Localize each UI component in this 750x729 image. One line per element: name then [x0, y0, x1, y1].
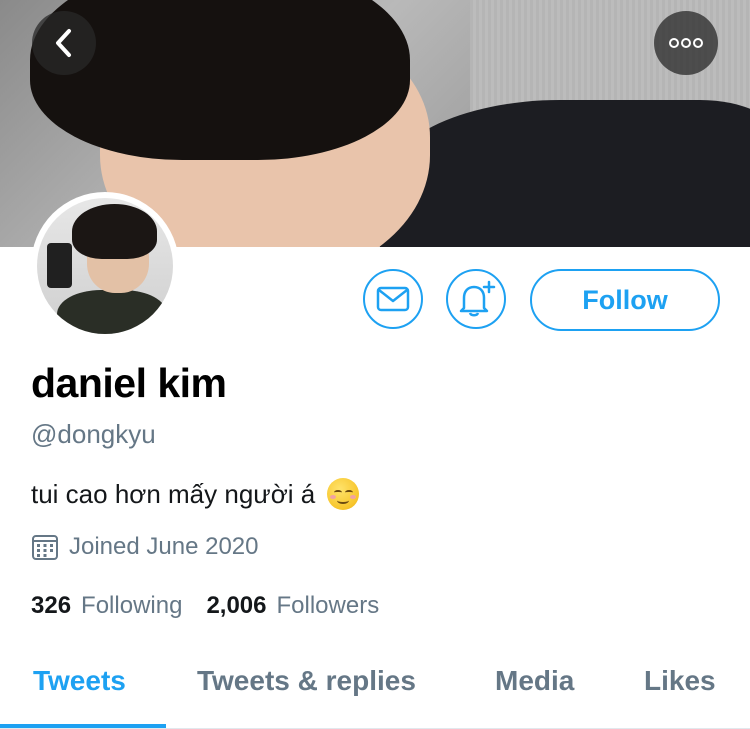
back-button[interactable]: [32, 11, 96, 75]
notifications-button[interactable]: [446, 269, 506, 329]
profile-stats: 326 Following 2,006 Followers: [31, 592, 403, 620]
profile-bio: tui cao hơn mấy người á: [31, 478, 360, 510]
chevron-left-icon: [56, 29, 71, 57]
following-count[interactable]: 326: [31, 592, 71, 620]
profile-avatar[interactable]: [31, 192, 179, 340]
bell-plus-icon: [459, 280, 496, 317]
tab-likes[interactable]: Likes: [644, 665, 716, 697]
followers-label[interactable]: Followers: [277, 592, 380, 620]
tab-tweets-replies[interactable]: Tweets & replies: [197, 665, 416, 697]
following-label[interactable]: Following: [81, 592, 182, 620]
more-options-button[interactable]: [654, 11, 718, 75]
bio-text: tui cao hơn mấy người á: [31, 478, 316, 509]
message-button[interactable]: [363, 269, 423, 329]
followers-count[interactable]: 2,006: [206, 592, 266, 620]
calendar-icon: [32, 535, 58, 560]
tab-media[interactable]: Media: [495, 665, 574, 697]
envelope-icon: [376, 286, 410, 312]
display-name: daniel kim: [31, 360, 227, 406]
user-handle: @dongkyu: [31, 419, 156, 449]
tab-tweets[interactable]: Tweets: [33, 665, 126, 697]
profile-tabs: Tweets Tweets & replies Media Likes: [0, 652, 750, 729]
relieved-face-emoji: [327, 478, 360, 510]
follow-button[interactable]: Follow: [530, 269, 720, 331]
joined-text: Joined June 2020: [69, 533, 259, 560]
avatar-photo: [37, 198, 173, 334]
joined-date: Joined June 2020: [31, 533, 259, 561]
more-dots-icon: [669, 38, 703, 48]
banner-hoodie: [380, 100, 750, 247]
